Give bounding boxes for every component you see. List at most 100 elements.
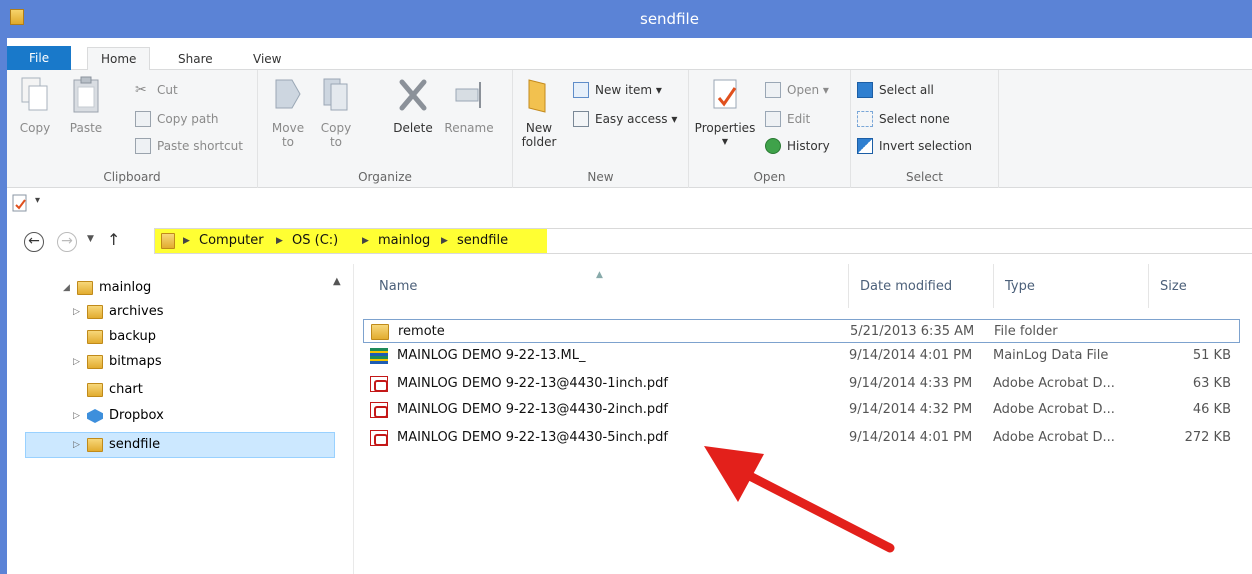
rename-icon (455, 82, 481, 108)
forward-button[interactable]: → (57, 232, 77, 252)
invert-selection-button[interactable]: Invert selection (857, 136, 972, 156)
delete-x-icon (399, 79, 427, 111)
column-header-date-modified[interactable]: Date modified (852, 264, 952, 310)
copy-button[interactable]: Copy (15, 76, 55, 135)
history-label: History (787, 139, 830, 153)
copy-path-button[interactable]: Copy path (135, 109, 219, 129)
new-folder-button[interactable]: New folder (517, 76, 561, 149)
breadcrumb-sendfile[interactable]: sendfile (457, 232, 508, 250)
history-button[interactable]: History (765, 136, 830, 156)
column-header-type[interactable]: Type (997, 264, 1035, 310)
invert-selection-label: Invert selection (879, 139, 973, 153)
properties-quick-icon[interactable] (11, 194, 29, 212)
properties-dropdown-icon[interactable]: ▼ (693, 135, 757, 149)
folder-icon (77, 281, 93, 295)
folder-icon (87, 355, 103, 369)
column-header-size[interactable]: Size (1152, 264, 1187, 310)
file-type: Adobe Acrobat D... (993, 376, 1115, 391)
paste-label: Paste (69, 121, 103, 135)
window-border (0, 0, 7, 574)
breadcrumb-separator-icon[interactable]: ▶ (276, 232, 283, 250)
pdf-icon (370, 402, 388, 418)
breadcrumb-separator-icon[interactable]: ▶ (183, 232, 190, 250)
tab-view[interactable]: View (240, 48, 294, 70)
customize-toolbar-dropdown-icon[interactable]: ▾ (35, 195, 40, 206)
recent-locations-dropdown-icon[interactable]: ▼ (87, 234, 94, 244)
address-bar[interactable]: ▶ Computer ▶ OS (C:) ▶ mainlog ▶ sendfil… (154, 228, 1252, 254)
tree-item-label: sendfile (109, 437, 161, 452)
navigation-pane: ▲ ◢ mainlog ▷ archives backup ▷ bitmaps … (7, 268, 345, 574)
invert-selection-icon (857, 138, 873, 154)
ribbon-home: Copy Paste ✂ Cut Copy path Paste shortcu… (7, 70, 1252, 188)
breadcrumb-computer[interactable]: Computer (199, 232, 264, 250)
breadcrumb-mainlog[interactable]: mainlog (378, 232, 430, 250)
column-divider[interactable] (848, 264, 849, 308)
folder-icon (87, 383, 103, 397)
breadcrumb-separator-icon[interactable]: ▶ (441, 232, 448, 250)
select-none-button[interactable]: Select none (857, 109, 950, 129)
paste-shortcut-label: Paste shortcut (157, 139, 243, 153)
paste-button[interactable]: Paste (65, 76, 107, 135)
expand-icon[interactable]: ▷ (73, 300, 80, 324)
breadcrumb-separator-icon[interactable]: ▶ (362, 232, 369, 250)
copy-to-button[interactable]: Copy to (318, 76, 354, 149)
explorer-window: sendfile File Home Share View Copy Paste… (0, 0, 1252, 574)
tab-file[interactable]: File (7, 46, 72, 70)
select-all-button[interactable]: Select all (857, 80, 934, 100)
copy-to-icon (323, 78, 348, 111)
tab-share[interactable]: Share (165, 48, 226, 70)
file-name: MAINLOG DEMO 9-22-13.ML_ (397, 348, 586, 363)
copy-path-icon (135, 111, 151, 127)
copy-to-label: Copy to (320, 121, 352, 149)
title-bar[interactable]: sendfile (0, 0, 1252, 38)
cut-label: Cut (157, 83, 178, 97)
open-label: Open ▾ (787, 83, 829, 97)
copy-path-label: Copy path (157, 112, 219, 126)
expand-icon[interactable]: ▷ (73, 404, 80, 428)
properties-label: Properties (694, 121, 756, 135)
column-header-name[interactable]: Name (371, 264, 417, 310)
new-item-button[interactable]: New item ▾ (573, 80, 662, 100)
pane-divider[interactable] (353, 264, 354, 574)
edit-button[interactable]: Edit (765, 109, 810, 129)
tab-home[interactable]: Home (87, 47, 151, 71)
annotation-arrow (704, 446, 895, 553)
up-arrow-icon[interactable]: ↑ (107, 230, 120, 249)
column-divider[interactable] (1148, 264, 1149, 308)
file-date: 9/14/2014 4:01 PM (849, 348, 973, 363)
file-row-pdf-2inch[interactable]: MAINLOG DEMO 9-22-13@4430-2inch.pdf 9/14… (363, 398, 1240, 422)
back-button[interactable]: ← (24, 232, 44, 252)
navigation-bar: ← → ▼ ↑ ▶ Computer ▶ OS (C:) ▶ mainlog ▶… (7, 222, 1252, 260)
breadcrumb-os-c[interactable]: OS (C:) (292, 232, 338, 250)
file-date: 5/21/2013 6:35 AM (850, 324, 975, 339)
clipboard-group-label: Clipboard (103, 170, 161, 184)
expand-icon[interactable]: ▷ (73, 433, 80, 457)
sort-ascending-icon: ▲ (596, 270, 603, 280)
move-to-button[interactable]: Move to (270, 76, 306, 149)
file-row-pdf-1inch[interactable]: MAINLOG DEMO 9-22-13@4430-1inch.pdf 9/14… (363, 372, 1240, 396)
paste-shortcut-button[interactable]: Paste shortcut (135, 136, 243, 156)
open-button[interactable]: Open ▾ (765, 80, 829, 100)
tree-item-label: Dropbox (109, 408, 164, 423)
tree-selection-highlight (25, 432, 335, 458)
pdf-icon (370, 376, 388, 392)
rename-button[interactable]: Rename (444, 76, 494, 135)
collapse-icon[interactable]: ◢ (63, 276, 70, 300)
delete-button[interactable]: Delete (388, 76, 438, 135)
folder-icon (87, 305, 103, 319)
copy-label: Copy (19, 121, 51, 135)
cut-button[interactable]: ✂ Cut (135, 80, 178, 100)
folder-icon (161, 233, 175, 249)
file-row-remote[interactable]: remote 5/21/2013 6:35 AM File folder (363, 319, 1240, 343)
tree-item-label: archives (109, 304, 164, 319)
easy-access-button[interactable]: Easy access ▾ (573, 109, 677, 129)
column-divider[interactable] (993, 264, 994, 308)
pdf-icon (370, 430, 388, 446)
properties-button[interactable]: Properties ▼ (693, 76, 757, 149)
expand-icon[interactable]: ▷ (73, 350, 80, 374)
new-group-label: New (587, 170, 614, 184)
group-organize: Move to Copy to Delete Rename Organize (258, 70, 513, 188)
scroll-up-icon[interactable]: ▲ (333, 276, 341, 287)
select-all-label: Select all (879, 83, 934, 97)
file-row-mainlog-data[interactable]: MAINLOG DEMO 9-22-13.ML_ 9/14/2014 4:01 … (363, 344, 1240, 368)
